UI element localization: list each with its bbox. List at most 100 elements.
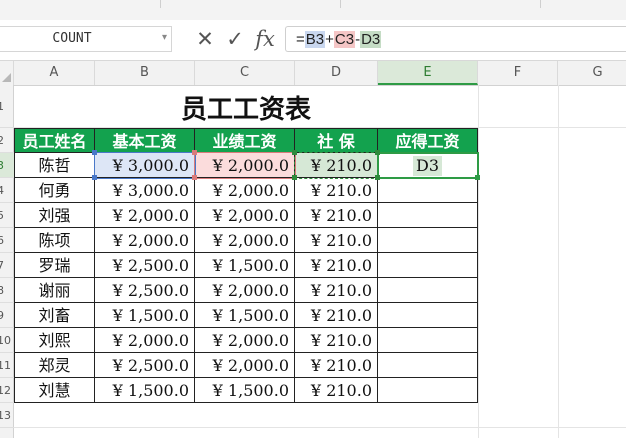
formula-input[interactable]: =B3+C3-D3 bbox=[285, 26, 626, 52]
table-cell-name[interactable]: 陈项 bbox=[14, 228, 95, 253]
table-cell-social[interactable]: ¥ 210.0 bbox=[295, 303, 378, 328]
table-cell-base[interactable]: ¥ 2,000.0 bbox=[95, 203, 195, 228]
row-header-9[interactable]: 9 bbox=[0, 303, 14, 328]
table-cell-base[interactable]: ¥ 3,000.0 bbox=[95, 153, 195, 178]
table-cell-social[interactable]: ¥ 210.0 bbox=[295, 328, 378, 353]
row-header-5[interactable]: 5 bbox=[0, 203, 14, 228]
row-header-7[interactable]: 7 bbox=[0, 253, 14, 278]
row-header-3[interactable]: 3 bbox=[0, 153, 14, 178]
table-cell-name[interactable]: 刘畜 bbox=[14, 303, 95, 328]
table-cell-social[interactable]: ¥ 210.0 bbox=[295, 178, 378, 203]
column-header-a[interactable]: A bbox=[14, 61, 95, 85]
table-cell-net[interactable] bbox=[378, 228, 478, 253]
table-cell-name[interactable]: 刘强 bbox=[14, 203, 95, 228]
name-box[interactable]: COUNT ▾ bbox=[0, 26, 172, 52]
table-cell-name[interactable]: 何勇 bbox=[14, 178, 95, 203]
resize-handle[interactable] bbox=[92, 175, 97, 180]
table-cell-name[interactable]: 刘熙 bbox=[14, 328, 95, 353]
confirm-icon[interactable]: ✓ bbox=[222, 24, 248, 54]
header-cell-performance[interactable]: 业绩工资 bbox=[195, 128, 295, 153]
header-cell-base-salary[interactable]: 基本工资 bbox=[95, 128, 195, 153]
column-header-f[interactable]: F bbox=[478, 61, 558, 85]
table-cell-base[interactable]: ¥ 2,000.0 bbox=[95, 328, 195, 353]
table-cell-performance[interactable]: ¥ 2,000.0 bbox=[195, 328, 295, 353]
name-box-value: COUNT bbox=[52, 31, 92, 46]
formula-equals: = bbox=[296, 31, 305, 48]
formula-ref-d3: D3 bbox=[360, 31, 382, 48]
row-header-4[interactable]: 4 bbox=[0, 178, 14, 203]
row-header-12[interactable]: 12 bbox=[0, 378, 14, 403]
table-cell-performance[interactable]: ¥ 2,000.0 bbox=[195, 203, 295, 228]
cancel-icon[interactable]: ✕ bbox=[192, 24, 218, 54]
header-cell-net-salary[interactable]: 应得工资 bbox=[378, 128, 478, 153]
table-cell-social[interactable]: ¥ 210.0 bbox=[295, 153, 378, 178]
column-header-e[interactable]: E bbox=[378, 61, 478, 85]
resize-handle[interactable] bbox=[192, 175, 197, 180]
fill-handle[interactable] bbox=[475, 175, 480, 180]
ribbon-separator bbox=[340, 0, 341, 8]
table-cell-performance[interactable]: ¥ 2,000.0 bbox=[195, 278, 295, 303]
row-header-8[interactable]: 8 bbox=[0, 278, 14, 303]
table-cell-name[interactable]: 陈哲 bbox=[14, 153, 95, 178]
resize-handle[interactable] bbox=[375, 175, 380, 180]
row-header-10[interactable]: 10 bbox=[0, 328, 14, 353]
table-cell-base[interactable]: ¥ 3,000.0 bbox=[95, 178, 195, 203]
table-cell-net[interactable] bbox=[378, 353, 478, 378]
header-cell-social-insurance[interactable]: 社 保 bbox=[295, 128, 378, 153]
table-cell-base[interactable]: ¥ 1,500.0 bbox=[95, 378, 195, 403]
column-header-b[interactable]: B bbox=[95, 61, 195, 85]
row-header-11[interactable]: 11 bbox=[0, 353, 14, 378]
table-cell-performance[interactable]: ¥ 1,500.0 bbox=[195, 378, 295, 403]
table-cell-performance[interactable]: ¥ 2,000.0 bbox=[195, 228, 295, 253]
table-cell-social[interactable]: ¥ 210.0 bbox=[295, 278, 378, 303]
editing-reference: D3 bbox=[412, 156, 442, 176]
column-header-g[interactable]: G bbox=[558, 61, 626, 85]
select-all-icon[interactable] bbox=[0, 61, 14, 85]
table-cell-social[interactable]: ¥ 210.0 bbox=[295, 203, 378, 228]
table-cell-social[interactable]: ¥ 210.0 bbox=[295, 228, 378, 253]
table-cell-performance[interactable]: ¥ 1,500.0 bbox=[195, 253, 295, 278]
table-cell-social[interactable]: ¥ 210.0 bbox=[295, 253, 378, 278]
table-cell-net[interactable] bbox=[378, 303, 478, 328]
table-cell-net[interactable] bbox=[378, 253, 478, 278]
table-cell-social[interactable]: ¥ 210.0 bbox=[295, 378, 378, 403]
table-cell-performance[interactable]: ¥ 2,000.0 bbox=[195, 153, 295, 178]
ribbon-separator bbox=[160, 0, 161, 8]
table-cell-base[interactable]: ¥ 2,000.0 bbox=[95, 228, 195, 253]
resize-handle[interactable] bbox=[192, 150, 197, 155]
table-cell-base[interactable]: ¥ 2,500.0 bbox=[95, 253, 195, 278]
column-header-d[interactable]: D bbox=[295, 61, 378, 85]
table-cell-performance[interactable]: ¥ 1,500.0 bbox=[195, 303, 295, 328]
resize-handle[interactable] bbox=[292, 175, 297, 180]
row-header-6[interactable]: 6 bbox=[0, 228, 14, 253]
fx-icon[interactable]: fx bbox=[252, 24, 278, 54]
table-cell-social[interactable]: ¥ 210.0 bbox=[295, 353, 378, 378]
table-cell-base[interactable]: ¥ 2,500.0 bbox=[95, 353, 195, 378]
table-cell-name[interactable]: 谢丽 bbox=[14, 278, 95, 303]
table-cell-performance[interactable]: ¥ 2,000.0 bbox=[195, 353, 295, 378]
sheet-title[interactable]: 员工工资表 bbox=[14, 86, 478, 128]
table-cell-net[interactable] bbox=[378, 378, 478, 403]
table-cell-net[interactable] bbox=[378, 328, 478, 353]
header-cell-name[interactable]: 员工姓名 bbox=[14, 128, 95, 153]
dropdown-caret-icon[interactable]: ▾ bbox=[162, 32, 167, 43]
table-cell-name[interactable]: 罗瑞 bbox=[14, 253, 95, 278]
row-header-1[interactable]: 1 bbox=[0, 85, 14, 128]
active-cell-e3[interactable]: D3 bbox=[378, 153, 478, 178]
table-cell-performance[interactable]: ¥ 2,000.0 bbox=[195, 178, 295, 203]
row-header-13[interactable]: 13 bbox=[0, 403, 14, 428]
table-cell-base[interactable]: ¥ 2,500.0 bbox=[95, 278, 195, 303]
resize-handle[interactable] bbox=[92, 150, 97, 155]
column-header-c[interactable]: C bbox=[195, 61, 295, 85]
table-cell-name[interactable]: 刘慧 bbox=[14, 378, 95, 403]
table-cell-net[interactable] bbox=[378, 203, 478, 228]
formula-ref-b3: B3 bbox=[304, 31, 326, 48]
table-cell-base[interactable]: ¥ 1,500.0 bbox=[95, 303, 195, 328]
formula-ref-c3: C3 bbox=[333, 31, 356, 48]
resize-handle[interactable] bbox=[292, 150, 297, 155]
table-cell-name[interactable]: 郑灵 bbox=[14, 353, 95, 378]
table-cell-net[interactable] bbox=[378, 178, 478, 203]
row-header-2[interactable]: 2 bbox=[0, 128, 14, 153]
table-cell-net[interactable] bbox=[378, 278, 478, 303]
resize-handle[interactable] bbox=[375, 150, 380, 155]
